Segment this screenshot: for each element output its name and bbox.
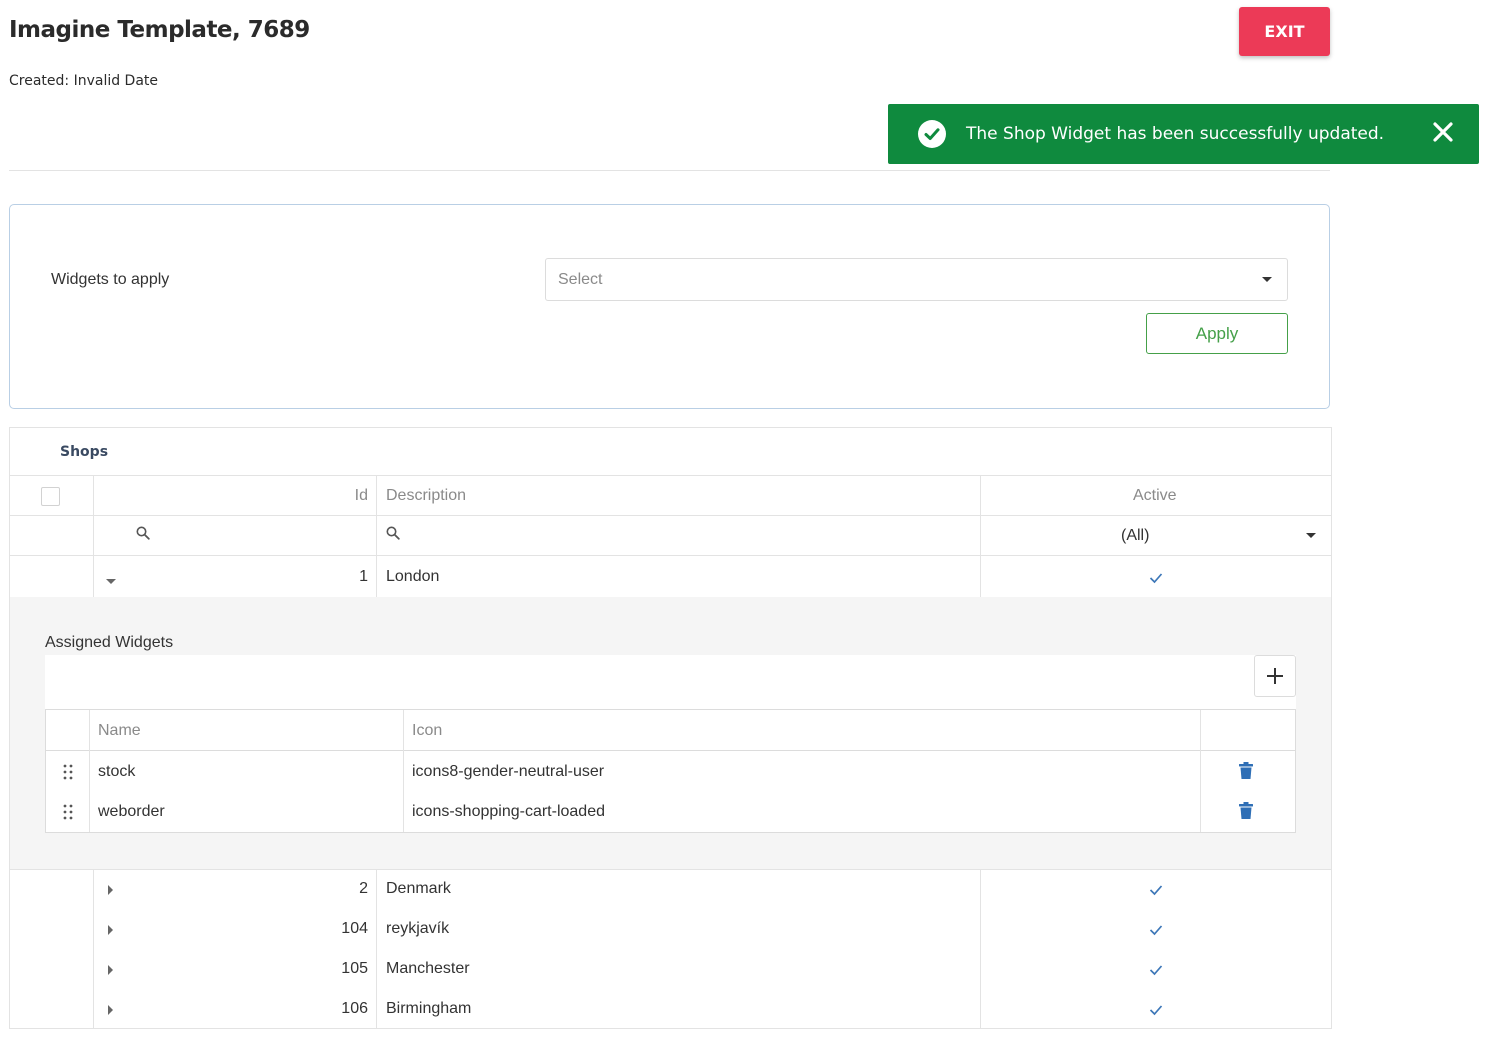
divider	[980, 869, 981, 1029]
shops-caption: Shops	[60, 444, 109, 460]
shop-id: 2	[359, 880, 368, 897]
divider	[93, 475, 94, 597]
page-title: Imagine Template, 7689	[9, 17, 310, 43]
widget-icon-name: icons8-gender-neutral-user	[412, 763, 605, 780]
divider	[403, 710, 404, 832]
shop-id: 105	[341, 960, 368, 977]
shop-description: Birmingham	[386, 1000, 472, 1017]
close-icon[interactable]	[1429, 118, 1457, 146]
active-filter-value: (All)	[1121, 527, 1150, 544]
widgets-select[interactable]: Select	[545, 258, 1288, 301]
divider	[10, 475, 1331, 476]
divider	[376, 869, 377, 1029]
id-filter-input[interactable]	[155, 518, 370, 552]
check-icon	[1149, 963, 1163, 976]
select-placeholder: Select	[558, 271, 603, 288]
expand-row-icon[interactable]	[108, 922, 114, 940]
select-all-checkbox[interactable]	[41, 487, 60, 506]
shops-grid: Shops Id Description Active (All) 1 Lond…	[9, 427, 1332, 1029]
trash-icon[interactable]	[1239, 762, 1253, 779]
chevron-down-icon	[1262, 277, 1272, 282]
check-icon	[1149, 923, 1163, 936]
drag-handle-icon[interactable]	[63, 804, 73, 820]
check-icon	[1149, 1003, 1163, 1016]
shop-description: London	[386, 568, 440, 585]
exit-button[interactable]: EXIT	[1239, 7, 1330, 56]
drag-handle-icon[interactable]	[63, 764, 73, 780]
widget-icon-name: icons-shopping-cart-loaded	[412, 803, 605, 820]
widgets-to-apply-label: Widgets to apply	[51, 271, 170, 288]
divider	[10, 555, 1331, 556]
column-header-active[interactable]: Active	[1133, 487, 1177, 505]
divider	[10, 869, 1331, 870]
divider	[93, 869, 94, 1029]
divider	[46, 750, 1295, 751]
check-icon	[1149, 571, 1163, 584]
expand-row-icon[interactable]	[108, 1002, 114, 1020]
shop-description: reykjavík	[386, 920, 450, 937]
widgets-panel: Widgets to apply Select Apply	[9, 204, 1330, 409]
apply-button[interactable]: Apply	[1146, 313, 1288, 354]
add-widget-button[interactable]	[1254, 655, 1296, 697]
search-icon	[386, 526, 400, 545]
header-divider	[9, 170, 1330, 171]
search-icon	[136, 526, 150, 545]
shop-description: Manchester	[386, 960, 470, 977]
check-circle-icon	[918, 120, 946, 148]
plus-icon	[1267, 668, 1283, 684]
chevron-down-icon	[1306, 533, 1316, 538]
shop-id: 104	[341, 920, 368, 937]
trash-icon[interactable]	[1239, 802, 1253, 819]
collapse-row-icon[interactable]	[106, 572, 116, 590]
created-date: Created: Invalid Date	[9, 73, 159, 89]
divider	[376, 475, 377, 597]
shop-id: 106	[341, 1000, 368, 1017]
divider	[1200, 710, 1201, 832]
expand-row-icon[interactable]	[108, 962, 114, 980]
column-header-description[interactable]: Description	[386, 487, 466, 505]
toast-message: The Shop Widget has been successfully up…	[966, 124, 1385, 144]
column-header-icon[interactable]: Icon	[412, 722, 442, 740]
assigned-widgets-toolbar	[45, 655, 1296, 709]
column-header-name[interactable]: Name	[98, 722, 141, 740]
column-header-id[interactable]: Id	[355, 487, 368, 505]
assigned-widgets-grid: Name Icon stock icons8-gender-neutral-us…	[45, 709, 1296, 833]
divider	[89, 710, 90, 832]
assigned-widgets-label: Assigned Widgets	[45, 634, 174, 651]
widget-name: weborder	[98, 803, 165, 820]
check-icon	[1149, 883, 1163, 896]
shop-id: 1	[359, 568, 368, 585]
success-toast: The Shop Widget has been successfully up…	[888, 104, 1479, 164]
shop-description: Denmark	[386, 880, 451, 897]
description-filter-input[interactable]	[405, 518, 975, 552]
active-filter-select[interactable]: (All)	[981, 516, 1331, 555]
expand-row-icon[interactable]	[108, 882, 114, 900]
widget-name: stock	[98, 763, 136, 780]
